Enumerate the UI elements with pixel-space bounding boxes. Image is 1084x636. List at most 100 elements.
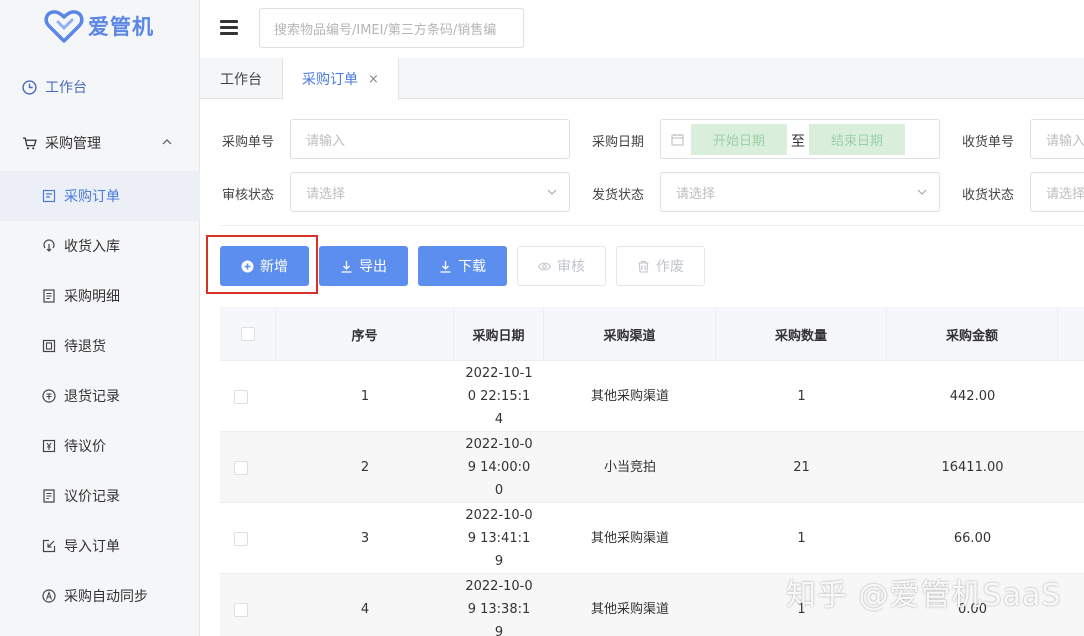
watermark: 知乎 @爱管机SaaS [786, 578, 1062, 613]
column-header[interactable]: 采购数量 [716, 307, 887, 361]
column-header[interactable]: 采购日期 [454, 307, 544, 361]
tab-purchase-order[interactable]: 采购订单 × [282, 58, 399, 100]
table-row[interactable]: 2 2022-10-09 14:00:00 小当竞拍 21 16411.00 [220, 432, 1084, 503]
row-select-cell [220, 432, 262, 503]
table-row[interactable]: 1 2022-10-10 22:15:14 其他采购渠道 1 442.00 [220, 361, 1084, 432]
cell-date-wrap: 2022-10-09 13:38:19 [454, 574, 544, 636]
cell-date-wrap: 2022-10-09 14:00:00 [454, 432, 544, 503]
cell-qty: 1 [797, 531, 806, 546]
order-icon [42, 189, 56, 203]
date-separator: 至 [791, 134, 805, 150]
clock-icon [22, 79, 37, 95]
button-label: 新增 [260, 259, 288, 275]
sidebar-item-bargain-record[interactable]: 议价记录 [0, 471, 200, 521]
sidebar-item-pending-bargain[interactable]: 待议价 [0, 421, 200, 471]
row-checkbox[interactable] [234, 531, 248, 546]
order-no-input[interactable]: 请输入 [290, 119, 570, 159]
add-button[interactable]: 新增 [220, 246, 309, 286]
row-select-cell [220, 361, 262, 432]
plus-circle-icon [241, 260, 254, 272]
receipt-no-label: 收货单号 [962, 135, 1015, 150]
column-header[interactable]: 序号 [276, 307, 454, 361]
menu-toggle-icon[interactable] [220, 20, 238, 36]
sidebar-group-label: 采购管理 [45, 136, 101, 152]
tab-label: 工作台 [220, 71, 262, 88]
global-search-input[interactable]: 搜索物品编号/IMEI/第三方条码/销售编 [259, 8, 524, 48]
tab-workbench[interactable]: 工作台 [200, 58, 283, 99]
cell-date: 2022-10-09 14:00:00 [465, 437, 533, 498]
sidebar-item-label: 议价记录 [64, 489, 120, 505]
sidebar-item-label: 待退货 [64, 339, 106, 355]
pending-bargain-icon [42, 439, 56, 453]
sidebar-item-label: 工作台 [45, 80, 87, 96]
purchase-date-range[interactable]: 开始日期 至 结束日期 [660, 119, 940, 159]
end-date-input[interactable]: 结束日期 [809, 124, 905, 155]
audit-status-select[interactable]: 请选择 [290, 172, 570, 212]
receive-status-select[interactable]: 请选择 [1030, 172, 1084, 212]
close-icon[interactable]: × [368, 72, 379, 87]
top-header: 搜索物品编号/IMEI/第三方条码/销售编 [200, 0, 1084, 58]
sidebar-item-return-record[interactable]: 退货记录 [0, 371, 200, 421]
chevron-down-icon [917, 189, 927, 195]
cart-icon [23, 137, 37, 149]
cell-date: 2022-10-09 13:41:19 [465, 508, 533, 569]
cell-qty: 21 [793, 460, 810, 475]
cell-date: 2022-10-09 13:38:19 [465, 579, 533, 636]
column-header[interactable]: 采购金额 [887, 307, 1058, 361]
download-icon [440, 260, 451, 273]
row-checkbox[interactable] [234, 602, 248, 617]
sidebar-item-detail[interactable]: 采购明细 [0, 271, 200, 321]
tab-label: 采购订单 [302, 72, 359, 88]
placeholder-text: 请选择 [306, 186, 346, 202]
audit-button[interactable]: 审核 [517, 246, 606, 286]
sidebar-item-import-order[interactable]: 导入订单 [0, 521, 200, 571]
sidebar-item-workbench[interactable]: 工作台 [0, 60, 200, 114]
sidebar-item-label: 收货入库 [64, 239, 120, 255]
row-checkbox[interactable] [234, 389, 248, 404]
bargain-record-icon [43, 489, 55, 503]
audit-status-label: 审核状态 [222, 188, 275, 203]
start-date-input[interactable]: 开始日期 [691, 124, 787, 155]
export-button[interactable]: 导出 [319, 246, 408, 286]
sidebar-item-auto-sync[interactable]: 采购自动同步 [0, 571, 200, 621]
cell-no: 2 [360, 460, 370, 475]
placeholder-text: 请选择 [676, 186, 716, 202]
calendar-icon [671, 134, 684, 146]
cell-date-wrap: 2022-10-09 13:41:19 [454, 503, 544, 574]
button-label: 导出 [359, 259, 387, 275]
table-header: 序号 采购日期 采购渠道 采购数量 采购金额 [220, 307, 1084, 361]
button-label: 审核 [557, 259, 585, 275]
sidebar-group-purchase[interactable]: 采购管理 [0, 118, 200, 168]
sidebar-item-purchase-order[interactable]: 采购订单 [0, 171, 200, 221]
row-select-cell [220, 574, 262, 636]
ship-status-label: 发货状态 [592, 188, 645, 203]
sidebar-item-receive[interactable]: 收货入库 [0, 221, 200, 271]
receipt-no-input[interactable]: 请输入 [1030, 119, 1084, 159]
trash-icon [638, 260, 649, 273]
order-no-label: 采购单号 [222, 135, 275, 150]
column-header[interactable]: 采购渠道 [544, 307, 716, 361]
placeholder-text: 请输入 [306, 133, 346, 149]
cell-qty: 1 [797, 389, 806, 404]
cell-channel: 小当竞拍 [603, 460, 656, 475]
logo[interactable]: 爱管机 [44, 6, 154, 46]
auto-sync-icon [42, 589, 56, 603]
chevron-up-icon [162, 139, 172, 145]
download-button[interactable]: 下载 [418, 246, 507, 286]
receive-status-label: 收货状态 [962, 188, 1015, 203]
row-checkbox[interactable] [234, 460, 248, 475]
sidebar-item-label: 采购明细 [64, 289, 120, 305]
table-row[interactable]: 3 2022-10-09 13:41:19 其他采购渠道 1 66.00 [220, 503, 1084, 574]
pending-return-icon [42, 339, 56, 353]
sidebar: 爱管机 工作台 采购管理 采购订单 收货入库 采购明细 待退货 退货记录 待议价… [0, 0, 200, 636]
ship-status-select[interactable]: 请选择 [660, 172, 940, 212]
chevron-down-icon [547, 189, 557, 195]
cell-date-wrap: 2022-10-10 22:15:14 [454, 361, 544, 432]
cell-amount: 66.00 [953, 531, 992, 546]
void-button[interactable]: 作废 [616, 246, 705, 286]
sidebar-item-pending-return[interactable]: 待退货 [0, 321, 200, 371]
select-all-checkbox[interactable] [240, 327, 255, 341]
receive-icon [43, 239, 55, 252]
cell-date: 2022-10-10 22:15:14 [465, 366, 533, 427]
button-label: 作废 [656, 259, 684, 275]
